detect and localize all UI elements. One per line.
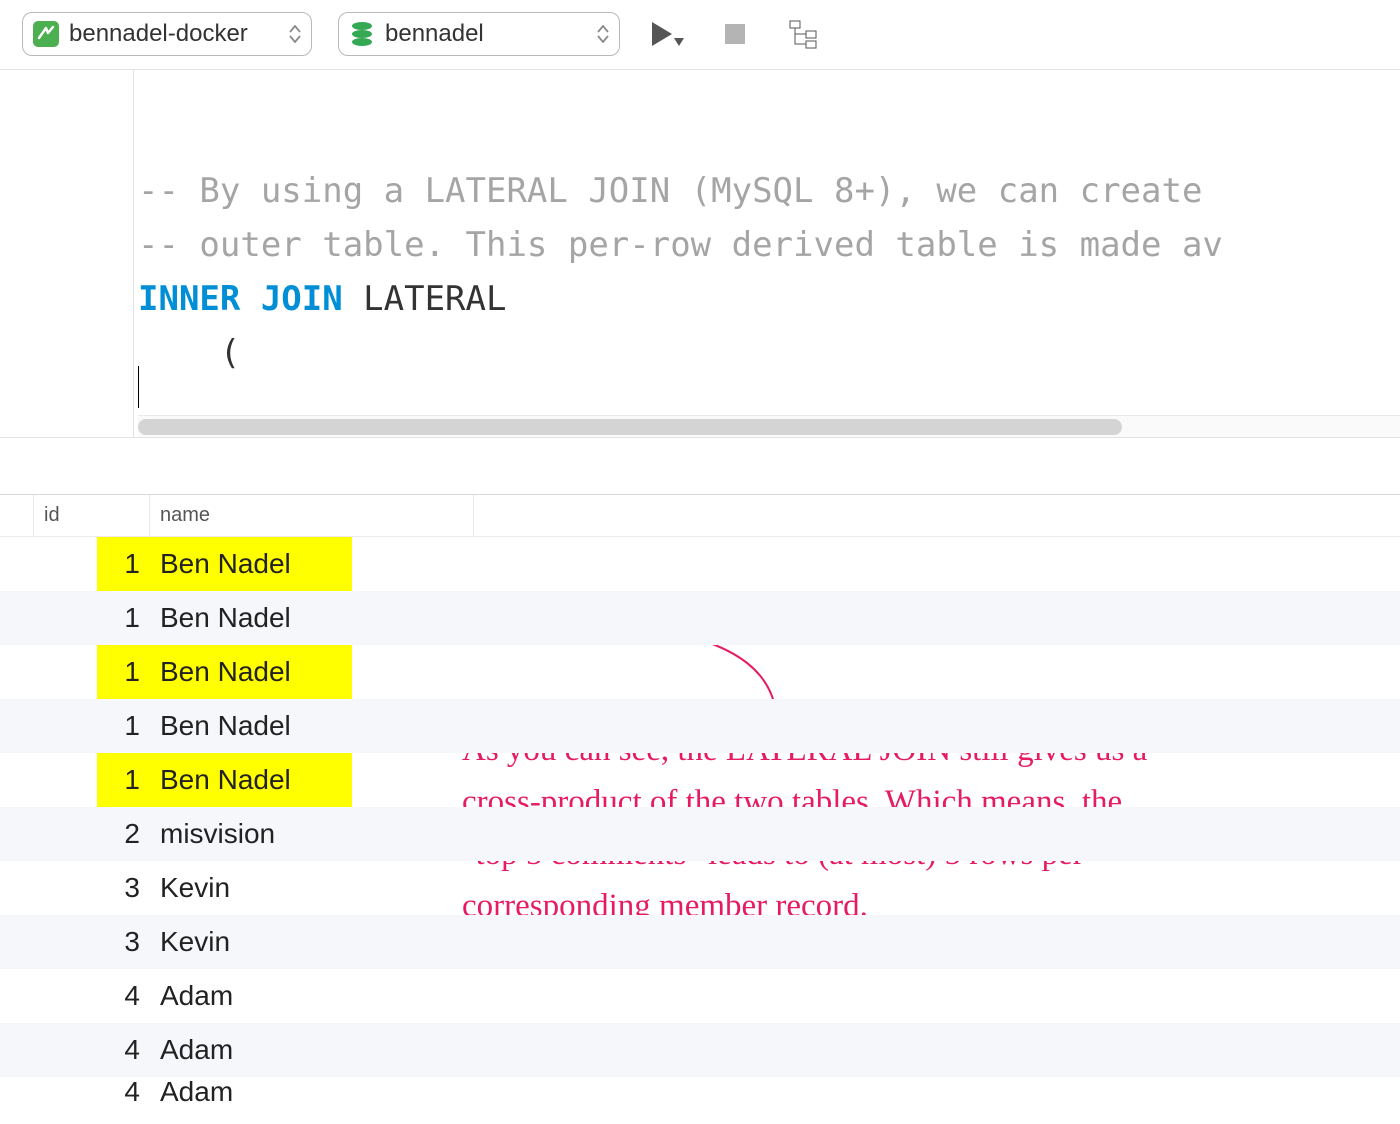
table-row[interactable]: 2misvision xyxy=(0,807,1400,861)
cell-name: Adam xyxy=(150,1034,474,1066)
table-row[interactable]: 1Ben Nadel xyxy=(0,699,1400,753)
row-index-header xyxy=(0,495,34,536)
cell-id: 1 xyxy=(34,764,150,796)
connection-icon xyxy=(33,21,59,47)
editor-gutter xyxy=(0,70,134,437)
database-dropdown[interactable]: bennadel xyxy=(338,12,620,56)
cell-id: 1 xyxy=(34,548,150,580)
pane-gap xyxy=(0,438,1400,494)
stop-button[interactable] xyxy=(714,13,756,55)
cell-name: Ben Nadel xyxy=(150,656,474,688)
table-row[interactable]: 3Kevin xyxy=(0,861,1400,915)
table-row[interactable]: 1Ben Nadel xyxy=(0,753,1400,807)
results-body: 1Ben Nadel1Ben Nadel1Ben Nadel1Ben Nadel… xyxy=(0,537,1400,1107)
scrollbar-thumb[interactable] xyxy=(138,419,1122,435)
cell-name: Ben Nadel xyxy=(150,710,474,742)
cell-name: Adam xyxy=(150,1077,474,1107)
code-keyword: INNER JOIN xyxy=(138,279,343,319)
cell-name: Kevin xyxy=(150,872,474,904)
table-row[interactable]: 1Ben Nadel xyxy=(0,591,1400,645)
horizontal-scrollbar[interactable] xyxy=(138,415,1400,437)
cell-id: 1 xyxy=(34,602,150,634)
chevron-up-down-icon xyxy=(591,25,615,43)
text-cursor xyxy=(138,366,139,408)
database-icon xyxy=(349,21,375,47)
cell-id: 4 xyxy=(34,1034,150,1066)
cell-id: 1 xyxy=(34,710,150,742)
cell-id: 4 xyxy=(34,1077,150,1107)
table-row[interactable]: 3Kevin xyxy=(0,915,1400,969)
column-header-name[interactable]: name xyxy=(150,495,474,536)
table-row[interactable]: 4Adam xyxy=(0,1077,1400,1107)
connection-dropdown[interactable]: bennadel-docker xyxy=(22,12,312,56)
cell-name: Adam xyxy=(150,980,474,1012)
toolbar: bennadel-docker bennadel xyxy=(0,0,1400,70)
table-row[interactable]: 4Adam xyxy=(0,1023,1400,1077)
cell-id: 4 xyxy=(34,980,150,1012)
cell-name: Ben Nadel xyxy=(150,548,474,580)
cell-name: Kevin xyxy=(150,926,474,958)
results-header-row: id name xyxy=(0,495,1400,537)
cell-name: misvision xyxy=(150,818,474,850)
chevron-up-down-icon xyxy=(283,25,307,43)
cell-name: Ben Nadel xyxy=(150,764,474,796)
table-row[interactable]: 1Ben Nadel xyxy=(0,645,1400,699)
connection-label: bennadel-docker xyxy=(69,20,273,48)
cell-id: 1 xyxy=(34,656,150,688)
code-comment: -- By using a LATERAL JOIN (MySQL 8+), w… xyxy=(138,171,1202,211)
code-comment: -- outer table. This per-row derived tab… xyxy=(138,225,1223,265)
cell-id: 2 xyxy=(34,818,150,850)
sql-editor[interactable]: -- By using a LATERAL JOIN (MySQL 8+), w… xyxy=(134,70,1400,437)
structure-button[interactable] xyxy=(782,13,824,55)
cell-id: 3 xyxy=(34,926,150,958)
sql-editor-area: -- By using a LATERAL JOIN (MySQL 8+), w… xyxy=(0,70,1400,438)
cell-name: Ben Nadel xyxy=(150,602,474,634)
results-pane: id name 1Ben Nadel1Ben Nadel1Ben Nadel1B… xyxy=(0,494,1400,1107)
cell-id: 3 xyxy=(34,872,150,904)
database-label: bennadel xyxy=(385,20,581,48)
table-row[interactable]: 4Adam xyxy=(0,969,1400,1023)
code-text: ( xyxy=(138,333,240,373)
code-text: LATERAL xyxy=(343,279,507,319)
column-header-id[interactable]: id xyxy=(34,495,150,536)
table-row[interactable]: 1Ben Nadel xyxy=(0,537,1400,591)
run-button[interactable] xyxy=(646,13,688,55)
